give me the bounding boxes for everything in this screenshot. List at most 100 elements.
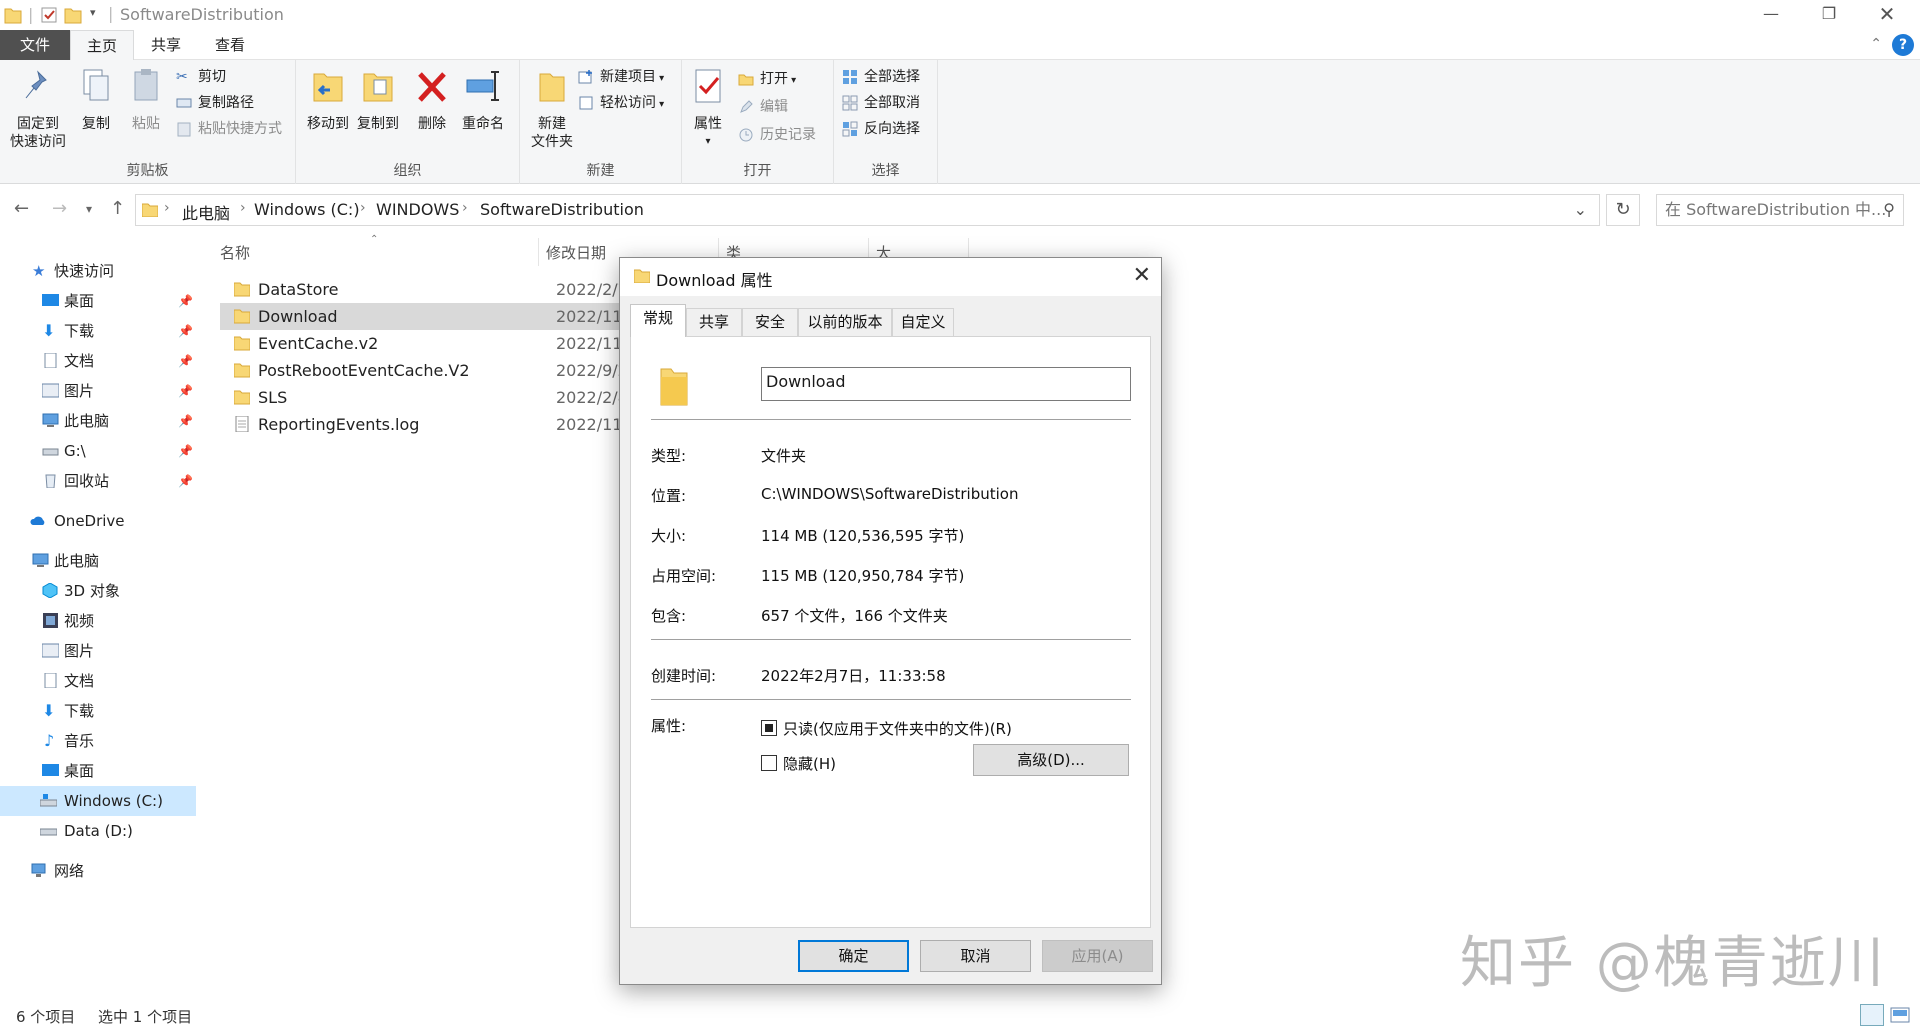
pin-quick-access-button[interactable]: 固定到 快速访问 <box>6 66 70 151</box>
column-divider[interactable] <box>538 238 539 266</box>
close-button[interactable]: ✕ <box>1858 0 1916 30</box>
open-button[interactable]: 打开 ▾ <box>738 68 796 90</box>
folder-name-input[interactable]: Download <box>761 367 1131 401</box>
nav-onedrive[interactable]: OneDrive <box>0 506 196 536</box>
file-row[interactable]: DataStore 2022/2/7 <box>220 276 630 303</box>
nav-item-pictures[interactable]: 图片 📌 <box>0 376 196 406</box>
nav-item-documents[interactable]: 文档 📌 <box>0 346 196 376</box>
paste-button[interactable]: 粘贴 <box>124 66 168 133</box>
copy-path-button[interactable]: 复制路径 <box>176 92 254 114</box>
paste-shortcut-button[interactable]: 粘贴快捷方式 <box>176 118 282 140</box>
pin-icon[interactable]: 📌 <box>178 316 193 346</box>
back-arrow-icon[interactable]: ← <box>14 198 29 219</box>
tab-view[interactable]: 查看 <box>198 30 262 60</box>
nav-item-this-pc-quick[interactable]: 此电脑 📌 <box>0 406 196 436</box>
address-bar[interactable]: › 此电脑 › Windows (C:) › WINDOWS › Softwar… <box>135 194 1600 226</box>
nav-item-downloads[interactable]: ⬇ 下载 📌 <box>0 316 196 346</box>
nav-this-pc[interactable]: 此电脑 <box>0 546 196 576</box>
breadcrumb-windows-c[interactable]: Windows (C:) <box>254 200 360 219</box>
tab-home[interactable]: 主页 <box>70 30 134 61</box>
move-to-button[interactable]: 移动到 <box>304 66 352 133</box>
new-folder-button[interactable]: 新建 文件夹 <box>524 66 580 151</box>
new-folder-qa-icon[interactable] <box>64 5 82 25</box>
pin-icon[interactable]: 📌 <box>178 346 193 376</box>
nav-item-videos[interactable]: 视频 <box>0 606 196 636</box>
cut-button[interactable]: ✂ 剪切 <box>176 66 226 88</box>
details-view-icon[interactable] <box>1860 1004 1884 1026</box>
file-row-selected[interactable]: Download 2022/11/2 <box>220 303 638 330</box>
readonly-label[interactable]: 只读(仅应用于文件夹中的文件)(R) <box>783 718 1012 739</box>
invert-selection-button[interactable]: 反向选择 <box>842 118 920 140</box>
search-input[interactable]: 在 SoftwareDistribution 中... ⚲ <box>1656 194 1904 226</box>
nav-item-documents-pc[interactable]: 文档 <box>0 666 196 696</box>
nav-item-3d-objects[interactable]: 3D 对象 <box>0 576 196 606</box>
file-row[interactable]: ReportingEvents.log 2022/11/2 <box>220 411 638 438</box>
collapse-ribbon-icon[interactable]: ⌃ <box>1870 36 1882 52</box>
pin-icon <box>25 70 47 99</box>
up-arrow-icon[interactable]: ↑ <box>110 198 125 219</box>
tab-security[interactable]: 安全 <box>742 308 798 336</box>
pin-icon[interactable]: 📌 <box>178 406 193 436</box>
hidden-label[interactable]: 隐藏(H) <box>783 753 836 774</box>
readonly-checkbox[interactable] <box>761 720 777 736</box>
breadcrumb-softwaredistribution[interactable]: SoftwareDistribution <box>480 200 644 219</box>
nav-item-pictures-pc[interactable]: 图片 <box>0 636 196 666</box>
large-icons-view-icon[interactable] <box>1890 1006 1910 1024</box>
help-icon[interactable]: ? <box>1892 34 1914 56</box>
tab-previous-versions[interactable]: 以前的版本 <box>798 308 892 336</box>
breadcrumb-this-pc[interactable]: 此电脑 <box>182 200 230 224</box>
column-header-date[interactable]: 修改日期 <box>546 242 606 263</box>
properties-check-icon[interactable] <box>40 5 58 25</box>
nav-network[interactable]: 网络 <box>0 856 196 886</box>
breadcrumb-windows[interactable]: WINDOWS <box>376 200 459 219</box>
copy-button[interactable]: 复制 <box>74 66 118 133</box>
advanced-button[interactable]: 高级(D)... <box>973 744 1129 776</box>
nav-item-desktop-pc[interactable]: 桌面 <box>0 756 196 786</box>
nav-item-recycle-bin[interactable]: 回收站 📌 <box>0 466 196 496</box>
nav-item-downloads-pc[interactable]: ⬇ 下载 <box>0 696 196 726</box>
pin-icon[interactable]: 📌 <box>178 376 193 406</box>
new-item-button[interactable]: 新建项目 ▾ <box>578 66 664 88</box>
recent-locations-icon[interactable]: ▾ <box>86 202 92 216</box>
delete-button[interactable]: 删除 <box>412 66 452 133</box>
ok-button[interactable]: 确定 <box>798 940 909 972</box>
edit-button[interactable]: 编辑 <box>738 96 788 118</box>
file-row[interactable]: PostRebootEventCache.V2 2022/9/21 <box>220 357 638 384</box>
properties-button[interactable]: 属性 ▾ <box>688 66 728 151</box>
nav-quick-access[interactable]: ★ 快速访问 <box>0 256 196 286</box>
file-row[interactable]: SLS 2022/2/8 <box>220 384 630 411</box>
address-history-dropdown-icon[interactable]: ⌄ <box>1574 200 1587 219</box>
apply-button[interactable]: 应用(A) <box>1042 940 1153 972</box>
pin-icon[interactable]: 📌 <box>178 286 193 316</box>
hidden-checkbox[interactable] <box>761 755 777 771</box>
tab-file[interactable]: 文件 <box>0 30 70 60</box>
refresh-button[interactable]: ↻ <box>1606 194 1640 226</box>
tab-customize[interactable]: 自定义 <box>892 308 954 336</box>
dialog-title-bar[interactable]: Download 属性 ✕ <box>620 258 1161 296</box>
nav-item-desktop[interactable]: 桌面 📌 <box>0 286 196 316</box>
dialog-close-icon[interactable]: ✕ <box>1133 263 1151 288</box>
pin-icon[interactable]: 📌 <box>178 466 193 496</box>
rename-button[interactable]: 重命名 <box>456 66 510 133</box>
pin-icon[interactable]: 📌 <box>178 436 193 466</box>
tab-general[interactable]: 常规 <box>630 304 686 337</box>
column-header-name[interactable]: 名称 <box>220 242 250 263</box>
minimize-button[interactable]: — <box>1742 0 1800 30</box>
history-button[interactable]: 历史记录 <box>738 124 816 146</box>
select-none-button[interactable]: 全部取消 <box>842 92 920 114</box>
nav-item-music[interactable]: ♪ 音乐 <box>0 726 196 756</box>
file-list: ⌃ 名称 修改日期 类型 大小 DataStore 2022/2/7 Downl… <box>210 234 969 654</box>
easy-access-button[interactable]: 轻松访问 ▾ <box>578 92 664 114</box>
qa-customize-icon[interactable]: ▾ <box>90 6 96 19</box>
select-all-button[interactable]: 全部选择 <box>842 66 920 88</box>
nav-item-g-drive[interactable]: G:\ 📌 <box>0 436 196 466</box>
tab-sharing[interactable]: 共享 <box>686 308 742 336</box>
file-row[interactable]: EventCache.v2 2022/11/2 <box>220 330 638 357</box>
forward-arrow-icon[interactable]: → <box>52 198 67 219</box>
nav-item-data-d[interactable]: Data (D:) <box>0 816 196 846</box>
cancel-button[interactable]: 取消 <box>920 940 1031 972</box>
tab-share[interactable]: 共享 <box>134 30 198 60</box>
copy-to-button[interactable]: 复制到 <box>354 66 402 133</box>
restore-button[interactable]: ❐ <box>1800 0 1858 30</box>
nav-item-windows-c[interactable]: Windows (C:) <box>0 786 196 816</box>
